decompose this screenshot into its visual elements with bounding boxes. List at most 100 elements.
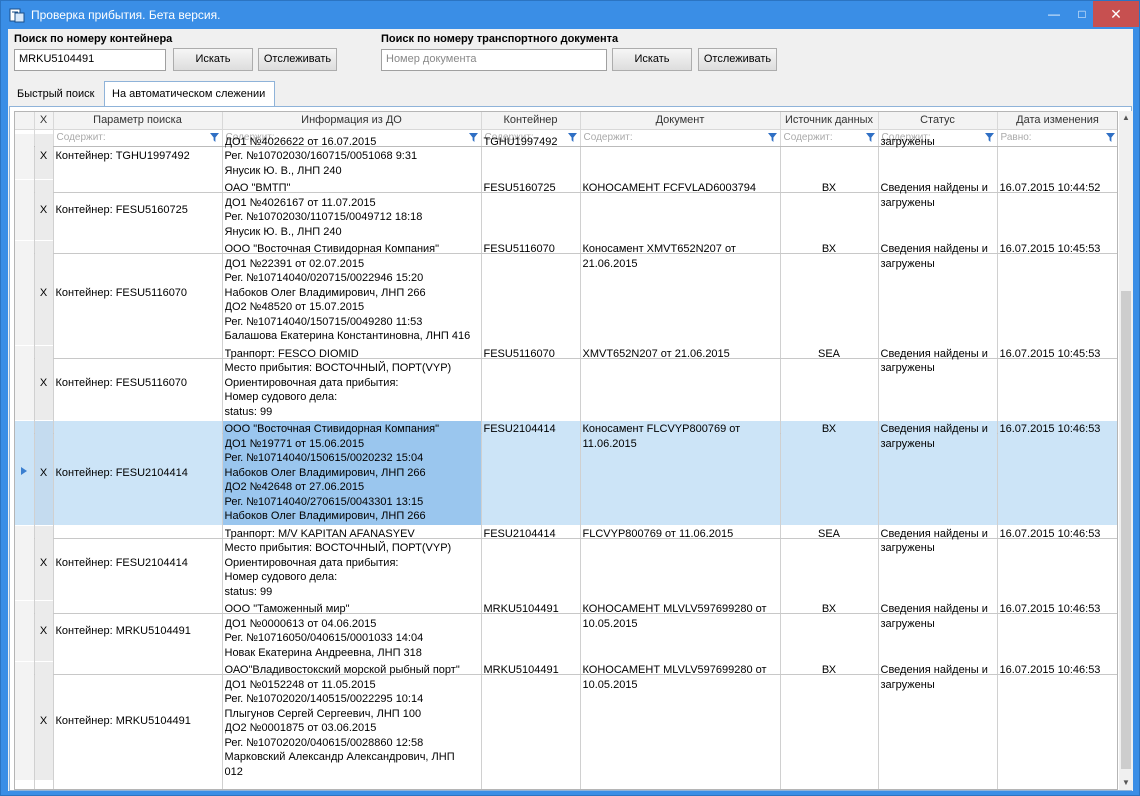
info-line: ДО1 №4026622 от 16.07.2015 bbox=[224, 135, 377, 148]
header-info[interactable]: Информация из ДО bbox=[222, 112, 482, 130]
status-cell: Сведения найдены и загружены bbox=[878, 179, 998, 241]
info-line: ООО "Восточная Стивидорная Компания" bbox=[224, 243, 440, 255]
header-source[interactable]: Источник данных bbox=[780, 112, 879, 130]
source-cell: ВХ bbox=[780, 240, 879, 346]
info-line: Набоков Олег Владимирович, ЛНП 266 bbox=[224, 466, 426, 479]
info-line: Номер судового дела: bbox=[224, 391, 338, 403]
status-cell: Сведения найдены и загружены bbox=[878, 345, 998, 421]
document-track-button[interactable]: Отслеживать bbox=[698, 48, 777, 71]
client-area: Поиск по номеру контейнера MRKU5104491 И… bbox=[8, 29, 1133, 791]
info-line: Рег. №10714040/020715/0022946 15:20 bbox=[224, 272, 424, 284]
date-cell: 16.07.2015 10:45:53 bbox=[997, 345, 1117, 421]
date-cell: 16.07.2015 10:45:53 bbox=[997, 240, 1117, 346]
status-cell: Сведения найдены и загружены bbox=[878, 600, 998, 662]
document-search-button[interactable]: Искать bbox=[612, 48, 692, 71]
header-x[interactable]: X bbox=[34, 112, 54, 130]
document-cell: Коносамент XMVT652N207 от 21.06.2015 bbox=[580, 240, 781, 346]
info-line: Ориентировочная дата прибытия: bbox=[224, 376, 399, 389]
info-line: Ориентировочная дата прибытия: bbox=[224, 556, 399, 569]
remove-cell[interactable]: X bbox=[34, 525, 54, 601]
param-cell: Контейнер: FESU5160725 bbox=[53, 179, 223, 241]
row-indicator bbox=[15, 525, 35, 601]
minimize-button[interactable]: — bbox=[1041, 1, 1067, 27]
table-row[interactable]: X Контейнер: FESU5160725 ОАО "ВМТП" ДО1 №40… bbox=[15, 179, 1117, 241]
info-line: Янусик Ю. В., ЛНП 240 bbox=[224, 164, 342, 177]
title-bar[interactable]: Проверка прибытия. Бета версия. — □ ✕ bbox=[1, 1, 1139, 29]
header-document[interactable]: Документ bbox=[580, 112, 781, 130]
maximize-button[interactable]: □ bbox=[1069, 1, 1095, 27]
remove-cell[interactable]: X bbox=[34, 133, 54, 180]
row-indicator bbox=[15, 345, 35, 421]
scroll-thumb[interactable] bbox=[1121, 291, 1131, 769]
results-table: X Параметр поиска Информация из ДО Конте… bbox=[15, 112, 1117, 789]
container-track-button[interactable]: Отслеживать bbox=[258, 48, 337, 71]
container-cell: FESU5116070 bbox=[481, 240, 581, 346]
source-cell: ВХ bbox=[780, 600, 879, 662]
header-param[interactable]: Параметр поиска bbox=[53, 112, 223, 130]
header-date[interactable]: Дата изменения bbox=[997, 112, 1117, 130]
remove-cell[interactable]: X bbox=[34, 345, 54, 421]
param-cell: Контейнер: MRKU5104491 bbox=[53, 600, 223, 662]
table-row[interactable]: X Контейнер: MRKU5104491 ОАО"Владивостокск… bbox=[15, 661, 1117, 781]
scroll-down-icon[interactable]: ▼ bbox=[1119, 776, 1133, 790]
date-cell: 16.07.2015 10:46:53 bbox=[997, 661, 1117, 781]
info-line: 012 bbox=[224, 765, 243, 778]
table-row[interactable]: X Контейнер: MRKU5104491 ООО "Таможенный м… bbox=[15, 600, 1117, 662]
source-cell: ВХ bbox=[780, 420, 879, 526]
row-indicator bbox=[15, 179, 35, 241]
info-line: Рег. №10702020/140515/0022295 10:14 bbox=[224, 693, 424, 705]
container-cell: TGHU1997492 bbox=[481, 133, 581, 180]
info-line: Транпорт: M/V KAPITAN AFANASYEV bbox=[224, 527, 415, 540]
info-line: Набоков Олег Владимирович, ЛНП 266 bbox=[224, 510, 426, 522]
source-cell: SEA bbox=[780, 525, 879, 601]
remove-cell[interactable]: X bbox=[34, 179, 54, 241]
table-row[interactable]: X Контейнер: TGHU1997492 ДО1 №4026622 от 1… bbox=[15, 133, 1117, 180]
tab-strip: Быстрый поиск На автоматическом слежении bbox=[8, 80, 1133, 107]
remove-cell[interactable]: X bbox=[34, 420, 54, 526]
header-status[interactable]: Статус bbox=[878, 112, 998, 130]
container-search-button[interactable]: Искать bbox=[173, 48, 253, 71]
table-row[interactable]: X Контейнер: FESU2104414 Транпорт: M/V KAP… bbox=[15, 525, 1117, 601]
info-line: Новак Екатерина Андреевна, ЛНП 318 bbox=[224, 646, 422, 659]
row-indicator bbox=[15, 240, 35, 346]
table-row[interactable]: X Контейнер: FESU5116070 ООО "Восточная Ст… bbox=[15, 240, 1117, 346]
info-line: Рег. №10702030/110715/0049712 18:18 bbox=[224, 211, 423, 223]
date-cell bbox=[997, 133, 1117, 180]
document-cell: XMVT652N207 от 21.06.2015 bbox=[580, 345, 781, 421]
container-cell: FESU5116070 bbox=[481, 345, 581, 421]
document-cell: КОНОСАМЕНТ FCFVLAD6003794 bbox=[580, 179, 781, 241]
info-line: ДО1 №0152248 от 11.05.2015 bbox=[224, 678, 376, 691]
remove-cell[interactable]: X bbox=[34, 600, 54, 662]
info-line: Балашова Екатерина Константиновна, ЛНП 4… bbox=[224, 330, 471, 342]
table-row[interactable]: X Контейнер: FESU5116070 Транпорт: FESCO D… bbox=[15, 345, 1117, 421]
info-cell: Транпорт: M/V KAPITAN AFANASYEV Место при… bbox=[222, 525, 482, 601]
info-line: ДО2 №48520 от 15.07.2015 bbox=[224, 301, 365, 313]
document-search-label: Поиск по номеру транспортного документа bbox=[381, 33, 619, 45]
tab-auto-tracking[interactable]: На автоматическом слежении bbox=[104, 81, 275, 107]
info-line: ДО2 №0001875 от 03.06.2015 bbox=[224, 722, 377, 734]
source-cell: SEA bbox=[780, 345, 879, 421]
document-search-input[interactable]: Номер документа bbox=[381, 49, 607, 71]
vertical-scrollbar[interactable]: ▲ ▼ bbox=[1119, 111, 1133, 790]
container-cell: FESU2104414 bbox=[481, 525, 581, 601]
container-search-input[interactable]: MRKU5104491 bbox=[14, 49, 166, 71]
app-icon bbox=[9, 8, 25, 23]
header-container[interactable]: Контейнер bbox=[481, 112, 581, 130]
info-line: ДО1 №0000613 от 04.06.2015 bbox=[224, 617, 377, 630]
close-button[interactable]: ✕ bbox=[1093, 1, 1139, 27]
tab-quick-search[interactable]: Быстрый поиск bbox=[11, 84, 103, 106]
info-line: Рег. №10714040/270615/0043301 13:15 bbox=[224, 495, 424, 508]
info-line: status: 99 bbox=[224, 585, 273, 598]
table-row[interactable]: X Контейнер: FESU2104414 ООО "Восточная Ст… bbox=[15, 420, 1117, 526]
info-line: ООО "Таможенный мир" bbox=[224, 603, 350, 615]
remove-cell[interactable]: X bbox=[34, 240, 54, 346]
info-line: Марковский Александр Александрович, ЛНП bbox=[224, 751, 455, 763]
scroll-up-icon[interactable]: ▲ bbox=[1119, 111, 1133, 125]
remove-cell[interactable]: X bbox=[34, 661, 54, 781]
info-line: Янусик Ю. В., ЛНП 240 bbox=[224, 225, 342, 238]
info-cell: ДО1 №4026622 от 16.07.2015 Рег. №10702030… bbox=[222, 133, 482, 180]
container-search-label: Поиск по номеру контейнера bbox=[14, 33, 173, 45]
window-title: Проверка прибытия. Бета версия. bbox=[31, 8, 221, 22]
date-cell: 16.07.2015 10:46:53 bbox=[997, 420, 1117, 526]
container-cell: MRKU5104491 bbox=[481, 600, 581, 662]
